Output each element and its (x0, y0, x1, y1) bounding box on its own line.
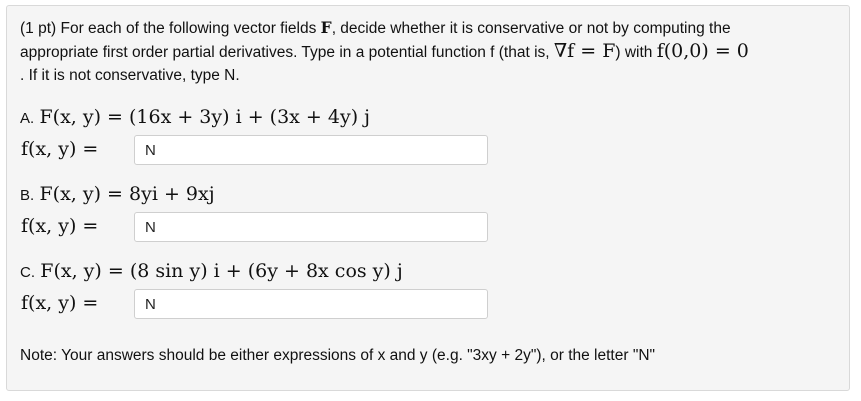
initial-condition: f(0,0) = 0 (656, 40, 749, 62)
problem-panel: (1 pt) For each of the following vector … (6, 5, 850, 391)
part-a-answer-label: f(x, y) = (21, 138, 99, 160)
part-a-question: A. F(x, y) = (16x + 3y) i + (3x + 4y) j (20, 106, 370, 132)
part-b-answer-row: f(x, y) = (20, 211, 488, 247)
part-a-answer-row: f(x, y) = (20, 134, 488, 170)
part-b-question: B. F(x, y) = 8yi + 9xj (20, 183, 215, 209)
field-symbol: F (320, 18, 332, 37)
part-b-answer-input[interactable] (134, 212, 488, 242)
statement-line-3: . If it is not conservative, type N. (20, 67, 240, 84)
part-c-label: C. (20, 264, 35, 281)
part-c: C. F(x, y) = (8 sin y) i + (6y + 8x cos … (20, 260, 488, 324)
part-b-answer-label: f(x, y) = (21, 215, 99, 237)
statement-line-1: (1 pt) For each of the following vector … (20, 18, 731, 37)
problem-statement: (1 pt) For each of the following vector … (20, 16, 850, 87)
part-c-answer-row: f(x, y) = (20, 288, 488, 324)
part-c-question: C. F(x, y) = (8 sin y) i + (6y + 8x cos … (20, 260, 403, 286)
part-a-field: F(x, y) = (16x + 3y) i + (3x + 4y) j (39, 106, 371, 128)
answer-format-note: Note: Your answers should be either expr… (20, 347, 656, 364)
part-c-answer-input[interactable] (134, 289, 488, 319)
part-a-answer-input[interactable] (134, 135, 488, 165)
part-c-answer-label: f(x, y) = (21, 292, 99, 314)
statement-line-2: appropriate first order partial derivati… (20, 40, 749, 62)
potential-definition: ∇f = F (553, 40, 616, 62)
part-c-field: F(x, y) = (8 sin y) i + (6y + 8x cos y) … (40, 260, 403, 282)
part-b-field: F(x, y) = 8yi + 9xj (39, 183, 215, 205)
part-b: B. F(x, y) = 8yi + 9xj f(x, y) = (20, 183, 488, 247)
part-a: A. F(x, y) = (16x + 3y) i + (3x + 4y) j … (20, 106, 488, 170)
part-a-label: A. (20, 110, 35, 127)
part-b-label: B. (20, 187, 35, 204)
